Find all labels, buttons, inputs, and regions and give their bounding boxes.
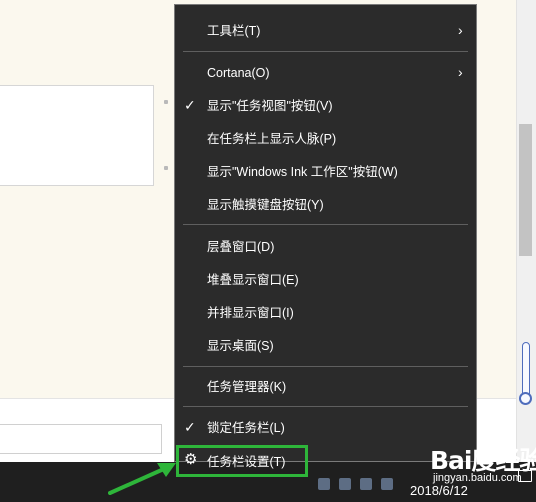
menu-item-label: 在任务栏上显示人脉(P) — [207, 132, 337, 146]
checkmark-icon: ✓ — [184, 419, 196, 435]
background-input-field[interactable] — [0, 424, 162, 454]
menu-separator — [183, 51, 468, 52]
checkmark-icon: ✓ — [184, 97, 196, 113]
highlight-annotation-box — [176, 445, 308, 477]
menu-item-show-desktop[interactable]: 显示桌面(S) — [175, 330, 476, 360]
tray-app-icon[interactable] — [381, 478, 393, 490]
menu-item-show-people[interactable]: 在任务栏上显示人脉(P) — [175, 123, 476, 153]
submenu-chevron-icon: › — [458, 22, 463, 38]
submenu-chevron-icon: › — [458, 64, 463, 80]
background-marker — [164, 100, 168, 104]
menu-separator — [183, 406, 468, 407]
menu-item-label: 显示桌面(S) — [207, 339, 274, 353]
taskbar-context-menu: 工具栏(T) › Cortana(O) › ✓ 显示"任务视图"按钮(V) 在任… — [174, 4, 477, 469]
menu-item-stack-windows[interactable]: 堆叠显示窗口(E) — [175, 264, 476, 294]
menu-item-cortana[interactable]: Cortana(O) › — [175, 57, 476, 87]
menu-separator — [183, 224, 468, 225]
menu-item-toolbars[interactable]: 工具栏(T) › — [175, 15, 476, 45]
menu-item-show-task-view-button[interactable]: ✓ 显示"任务视图"按钮(V) — [175, 90, 476, 120]
background-marker — [164, 166, 168, 170]
tray-app-icon[interactable] — [318, 478, 330, 490]
menu-item-show-windows-ink-button[interactable]: 显示"Windows Ink 工作区"按钮(W) — [175, 156, 476, 186]
background-panel — [0, 85, 154, 186]
slider-track[interactable] — [522, 342, 530, 398]
tray-app-icon[interactable] — [339, 478, 351, 490]
menu-item-label: Cortana(O) — [207, 66, 270, 80]
taskbar-clock[interactable]: 2018/6/12 — [410, 483, 468, 498]
menu-item-label: 层叠窗口(D) — [207, 240, 275, 254]
slider-handle[interactable] — [519, 392, 532, 405]
watermark-url: jingyan.baidu.com — [433, 472, 522, 484]
menu-item-label: 堆叠显示窗口(E) — [207, 273, 299, 287]
menu-item-label: 工具栏(T) — [207, 24, 261, 38]
scrollbar-thumb[interactable] — [519, 124, 532, 256]
menu-item-label: 显示"Windows Ink 工作区"按钮(W) — [207, 165, 398, 179]
system-tray-icons[interactable] — [318, 477, 393, 491]
menu-item-cascade-windows[interactable]: 层叠窗口(D) — [175, 231, 476, 261]
menu-separator — [183, 366, 468, 367]
menu-item-label: 显示触摸键盘按钮(Y) — [207, 198, 324, 212]
menu-item-label: 显示"任务视图"按钮(V) — [207, 99, 333, 113]
menu-item-label: 并排显示窗口(I) — [207, 306, 294, 320]
menu-item-label: 任务管理器(K) — [207, 380, 287, 394]
menu-item-show-touch-keyboard-button[interactable]: 显示触摸键盘按钮(Y) — [175, 189, 476, 219]
menu-item-lock-taskbar[interactable]: ✓ 锁定任务栏(L) — [175, 412, 476, 442]
pointer-arrow-icon — [108, 463, 176, 495]
menu-item-side-by-side-windows[interactable]: 并排显示窗口(I) — [175, 297, 476, 327]
menu-item-label: 锁定任务栏(L) — [207, 421, 285, 435]
menu-item-task-manager[interactable]: 任务管理器(K) — [175, 371, 476, 401]
tray-app-icon[interactable] — [360, 478, 372, 490]
